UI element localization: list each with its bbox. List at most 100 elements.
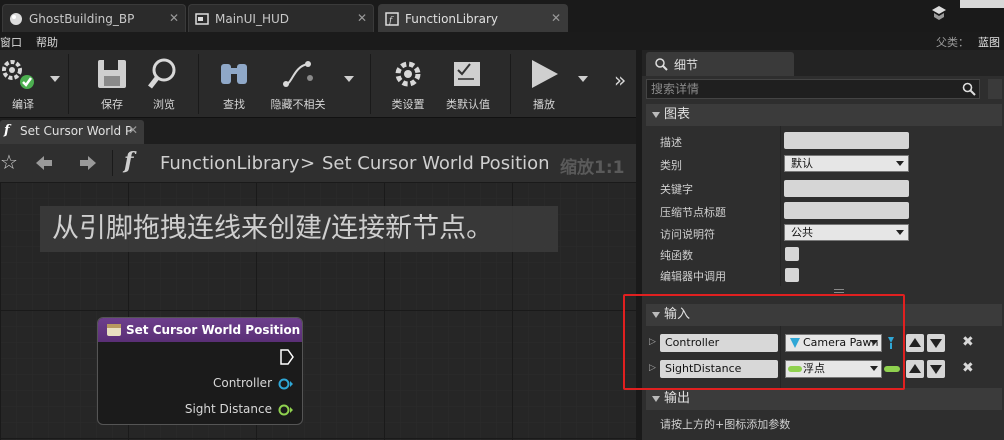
parent-class-link[interactable]: 蓝图 (978, 34, 1000, 50)
tab-label: GhostBuilding_BP (29, 11, 135, 26)
graph-tab-row: f Set Cursor World P ✕ (0, 118, 640, 144)
breadcrumb-function: Set Cursor World Position (322, 153, 550, 174)
triangle-down-icon (930, 365, 942, 374)
move-down-button[interactable] (927, 360, 945, 378)
browse-label: 浏览 (153, 98, 175, 111)
section-resize-handle[interactable] (834, 289, 844, 293)
hide-unrelated-label: 隐藏不相关 (270, 98, 326, 111)
graph-section-header[interactable]: 图表 (646, 104, 1002, 126)
menu-help[interactable]: 帮助 (36, 34, 58, 50)
class-settings-button[interactable]: 类设置 (386, 50, 430, 116)
class-settings-gear-icon (395, 61, 421, 87)
toolbar-overflow-button[interactable]: » (614, 68, 626, 92)
save-button[interactable]: 保存 (90, 50, 134, 116)
graph-section-title: 图表 (664, 107, 691, 122)
tab-details[interactable]: 细节 (646, 52, 794, 76)
function-library-icon: f (385, 12, 399, 26)
triangle-up-icon (909, 364, 921, 373)
sight-distance-pin-icon[interactable] (278, 404, 294, 416)
outputs-section-header[interactable]: 输出 (646, 388, 1002, 410)
description-input[interactable] (784, 132, 909, 149)
prop-call-in-editor-label: 编辑器中调用 (660, 270, 726, 283)
play-button[interactable]: 播放 (520, 50, 568, 116)
close-icon[interactable]: ✕ (169, 11, 179, 25)
access-value: 公共 (791, 226, 813, 239)
find-button[interactable]: 查找 (212, 50, 256, 116)
class-settings-label: 类设置 (391, 98, 425, 111)
close-icon[interactable]: ✕ (357, 11, 367, 25)
chevron-down-icon (896, 161, 904, 166)
exec-pin-icon[interactable] (280, 349, 294, 365)
tab-ghostbuilding-bp[interactable]: GhostBuilding_BP ✕ (2, 4, 186, 32)
node-pin-sight-distance-label: Sight Distance (184, 402, 272, 416)
find-label: 查找 (223, 98, 245, 111)
play-label: 播放 (533, 98, 555, 111)
category-value: 默认 (791, 157, 813, 170)
widget-blueprint-icon (195, 13, 209, 25)
hide-unrelated-button[interactable]: 隐藏不相关 (264, 50, 332, 116)
close-icon[interactable]: ✕ (128, 123, 138, 137)
pure-checkbox[interactable] (785, 247, 799, 261)
outputs-hint-text: 请按上方的+图标添加参数 (660, 418, 791, 431)
prop-access-label: 访问说明符 (660, 228, 715, 241)
move-down-button[interactable] (927, 334, 945, 352)
window-controls[interactable] (960, 0, 1004, 8)
move-up-button[interactable] (906, 360, 924, 378)
graph-tab[interactable]: f Set Cursor World P ✕ (0, 120, 144, 144)
breadcrumb-library[interactable]: FunctionLibrary (160, 153, 300, 174)
play-options-chevron-down-icon[interactable] (578, 76, 588, 82)
breadcrumb-divider (112, 150, 113, 176)
browse-button[interactable]: 浏览 (142, 50, 186, 116)
view-options-button[interactable] (988, 79, 1002, 99)
keywords-input[interactable] (784, 180, 909, 197)
chevron-down-icon (896, 230, 904, 235)
function-icon: f (4, 123, 10, 138)
outputs-section-title: 输出 (664, 391, 691, 406)
magnifier-icon (148, 58, 176, 89)
class-defaults-button[interactable]: 类默认值 (440, 50, 496, 116)
compile-button[interactable]: 编译 (0, 50, 46, 116)
parent-class-label: 父类： (936, 36, 969, 49)
search-icon (962, 82, 976, 96)
prop-compact-title-label: 压缩节点标题 (660, 206, 726, 219)
compile-options-chevron-down-icon[interactable] (50, 76, 60, 82)
prop-pure-label: 纯函数 (660, 249, 693, 262)
hide-unrelated-chevron-down-icon[interactable] (344, 76, 354, 82)
compact-title-input[interactable] (784, 202, 909, 219)
remove-input-button[interactable]: ✖ (962, 334, 974, 350)
collapse-triangle-icon (652, 112, 660, 118)
favorite-star-icon[interactable]: ☆ (0, 150, 18, 174)
close-icon[interactable]: ✕ (551, 11, 561, 25)
class-defaults-checklist-icon (454, 62, 480, 86)
details-tab-label: 细节 (674, 58, 699, 72)
move-up-button[interactable] (906, 334, 924, 352)
blueprint-sphere-icon (10, 13, 22, 25)
function-entry-node[interactable]: Set Cursor World Position Controller Sig… (97, 317, 303, 425)
access-specifier-combobox[interactable]: 公共 (784, 224, 909, 241)
parent-class-bar: 父类： 蓝图 (640, 32, 1004, 50)
back-arrow-icon[interactable] (34, 154, 54, 172)
details-search-input[interactable]: 搜索详情 (646, 79, 980, 99)
engine-logo-icon (932, 6, 946, 20)
toolbar-separator (68, 54, 69, 114)
tab-functionlibrary[interactable]: f FunctionLibrary ✕ (378, 4, 568, 32)
call-in-editor-checkbox[interactable] (785, 268, 799, 282)
forward-arrow-icon[interactable] (78, 154, 98, 172)
annotation-highlight-box (623, 294, 905, 390)
menu-window[interactable]: 窗口 (0, 34, 22, 50)
details-magnifier-icon (655, 58, 668, 71)
hide-unrelated-graph-icon (283, 61, 313, 87)
controller-pin-icon[interactable] (278, 378, 294, 390)
compile-label: 编译 (12, 98, 34, 111)
function-entry-icon (107, 324, 121, 336)
graph-hint-text: 从引脚拖拽连线来创建/连接新节点。 (40, 206, 558, 252)
toolbar: 编译 保存 浏览 查找 隐藏不相关 类设置 类默认值 播放 » (0, 50, 640, 118)
triangle-down-icon (930, 339, 942, 348)
tab-mainui-hud[interactable]: MainUI_HUD ✕ (188, 4, 374, 32)
category-combobox[interactable]: 默认 (784, 155, 909, 172)
remove-input-button[interactable]: ✖ (962, 360, 974, 376)
tab-label: MainUI_HUD (215, 11, 290, 26)
graph-tab-label: Set Cursor World P (20, 124, 133, 138)
tab-label: FunctionLibrary (405, 11, 498, 26)
save-label: 保存 (101, 98, 123, 111)
